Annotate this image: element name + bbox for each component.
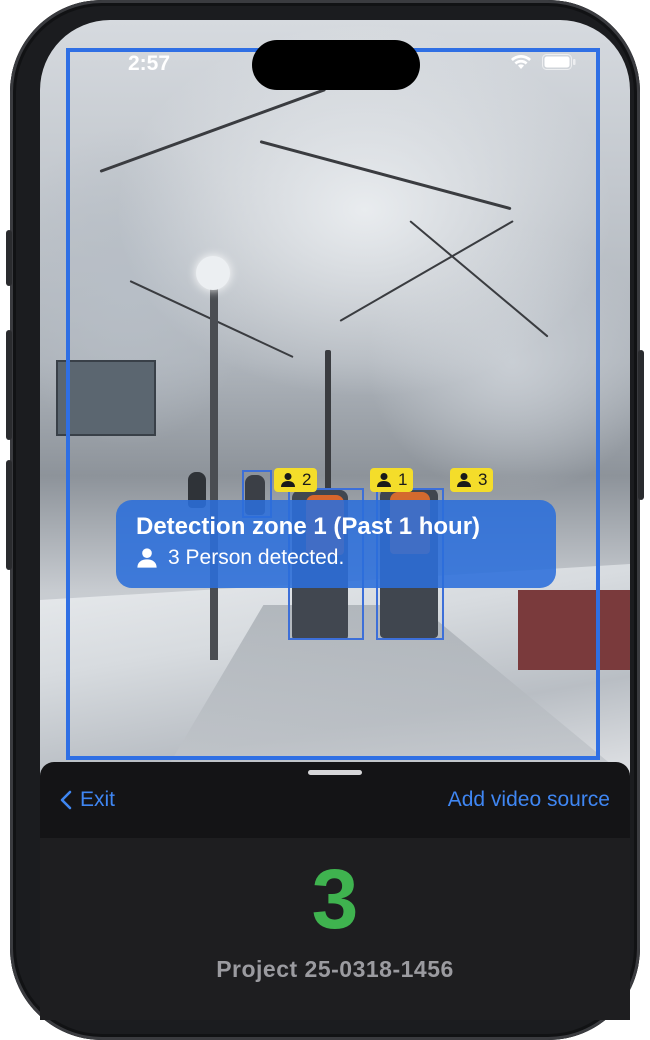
exit-label: Exit xyxy=(80,788,116,811)
detected-count: 3 xyxy=(311,852,359,946)
battery-icon xyxy=(542,54,576,70)
person-tag: 3 xyxy=(450,468,494,492)
chevron-left-icon xyxy=(60,790,72,810)
volume-up-button xyxy=(6,330,12,440)
person-icon xyxy=(281,473,295,487)
add-video-source-button[interactable]: Add video source xyxy=(448,788,610,812)
exit-button[interactable]: Exit xyxy=(60,788,115,812)
bottom-sheet-toolbar: Exit Add video source xyxy=(40,762,630,838)
action-button xyxy=(6,230,12,286)
callout-summary-text: 3 Person detected. xyxy=(168,546,345,569)
callout-summary: 3 Person detected. xyxy=(136,546,536,570)
power-button xyxy=(638,350,644,500)
person-tag-label: 3 xyxy=(478,470,488,489)
screen: 2 1 3 Detection zone 1 (Past 1 hour) 3 P… xyxy=(40,20,630,1020)
person-tag: 2 xyxy=(274,468,318,492)
status-time: 2:57 xyxy=(128,52,171,75)
person-icon xyxy=(377,473,391,487)
detection-zone-callout[interactable]: Detection zone 1 (Past 1 hour) 3 Person … xyxy=(116,500,556,588)
callout-title: Detection zone 1 (Past 1 hour) xyxy=(136,513,481,540)
sheet-grabber[interactable] xyxy=(308,770,362,775)
volume-down-button xyxy=(6,460,12,570)
status-icons xyxy=(510,54,576,70)
wifi-icon xyxy=(511,55,531,69)
person-tag-label: 1 xyxy=(398,470,408,489)
phone-frame: 2 1 3 Detection zone 1 (Past 1 hour) 3 P… xyxy=(6,0,644,1040)
person-tag-label: 2 xyxy=(302,470,312,489)
project-name: Project 25-0318-1456 xyxy=(216,956,454,982)
person-tag: 1 xyxy=(370,468,414,492)
detection-zone-outline[interactable] xyxy=(66,48,600,760)
person-icon xyxy=(137,548,157,568)
person-icon xyxy=(457,473,471,487)
dynamic-island xyxy=(252,40,420,90)
detection-summary-panel: 3 Project 25-0318-1456 xyxy=(40,838,630,1020)
